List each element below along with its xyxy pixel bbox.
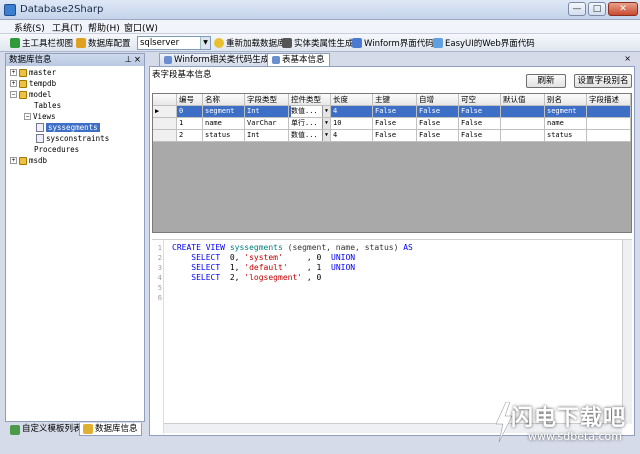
pin-icon[interactable]: ⊥ <box>125 54 132 66</box>
left-panel-tabs: 自定义模板列表 数据库信息 <box>5 421 145 436</box>
minimize-button[interactable]: — <box>568 2 586 16</box>
watermark-text: 闪电下载吧 <box>510 406 626 431</box>
tab-winform-codegen[interactable]: Winform相关类代码生成 <box>159 53 275 66</box>
document-icon <box>272 56 280 64</box>
close-button[interactable]: ✕ <box>608 2 638 16</box>
col-header[interactable]: 名称 <box>203 94 245 106</box>
main-toolbar-view-button[interactable]: 主工具栏视图 <box>10 37 73 49</box>
menu-bar: 系统(S) 工具(T) 帮助(H) 窗口(W) <box>0 20 640 34</box>
reload-db-button[interactable]: 重新加载数据库 <box>214 37 286 49</box>
col-header[interactable]: 长度 <box>331 94 373 106</box>
database-icon <box>19 156 27 165</box>
tools-icon <box>282 38 292 48</box>
tree-node-tempdb[interactable]: + tempdb <box>10 79 56 88</box>
entity-gen-button[interactable]: 实体类属性生成 <box>282 37 354 49</box>
expand-icon[interactable]: + <box>10 157 17 164</box>
view-icon <box>36 123 44 132</box>
code-line: CREATE VIEW syssegments (segment, name, … <box>172 243 413 252</box>
expand-icon[interactable]: + <box>10 80 17 87</box>
title-bar: Database2Sharp — □ ✕ <box>0 0 640 20</box>
window-title: Database2Sharp <box>20 4 104 15</box>
db-type-select[interactable]: sqlserver ▼ <box>137 36 211 50</box>
expand-icon[interactable]: + <box>10 69 17 76</box>
database-panel: 数据库信息 ⊥ × + master + tempdb − model Tabl… <box>5 53 145 436</box>
col-header[interactable]: 可空 <box>459 94 501 106</box>
panel-close-icon[interactable]: × <box>134 54 141 66</box>
col-header[interactable]: 别名 <box>545 94 587 106</box>
tab-db-info[interactable]: 数据库信息 <box>79 423 142 436</box>
col-header[interactable]: 字段类型 <box>245 94 289 106</box>
refresh-icon <box>214 38 224 48</box>
tree-node-master[interactable]: + master <box>10 68 56 77</box>
tree-node-views[interactable]: − Views <box>24 112 56 121</box>
database-icon <box>19 90 27 99</box>
code-line: SELECT 0, 'system' , 0 UNION <box>191 253 356 262</box>
tree-node-procedures[interactable]: Procedures <box>34 145 79 154</box>
col-header[interactable]: 自增 <box>417 94 459 106</box>
col-header[interactable]: 默认值 <box>501 94 545 106</box>
menu-system[interactable]: 系统(S) <box>14 21 45 34</box>
tree-node-msdb[interactable]: + msdb <box>10 156 47 165</box>
vertical-scrollbar[interactable] <box>622 240 632 424</box>
table-row[interactable]: ▶ 0 segment Int 数值... ▼ 4 False False Fa… <box>153 106 631 118</box>
code-line: SELECT 2, 'logsegment' , 0 <box>191 273 322 282</box>
list-icon <box>10 424 20 435</box>
tree-node-model[interactable]: − model <box>10 90 52 99</box>
menu-window[interactable]: 窗口(W) <box>124 21 158 34</box>
maximize-button[interactable]: □ <box>588 2 606 16</box>
database-icon <box>83 424 93 434</box>
tab-table-info[interactable]: 表基本信息 <box>267 53 330 66</box>
tree-node-tables[interactable]: Tables <box>34 101 61 110</box>
col-header[interactable]: 字段描述 <box>587 94 631 106</box>
collapse-icon[interactable]: − <box>24 113 31 120</box>
key-icon <box>76 38 86 48</box>
collapse-icon[interactable]: − <box>10 91 17 98</box>
section-title: 表字段基本信息 <box>152 70 212 80</box>
col-header[interactable]: 控件类型 <box>289 94 331 106</box>
fields-grid[interactable]: 编号 名称 字段类型 控件类型 长度 主键 自增 可空 默认值 别名 字段描述 … <box>152 93 632 233</box>
control-type-combo[interactable]: 单行... ▼ <box>289 118 331 130</box>
document-icon <box>164 56 172 64</box>
table-row[interactable]: 1 name VarChar 单行... ▼ 10 False False Fa… <box>153 118 631 130</box>
app-icon <box>4 4 16 16</box>
refresh-button[interactable]: 刷新 <box>526 74 566 88</box>
col-header[interactable]: 编号 <box>177 94 203 106</box>
chevron-down-icon: ▼ <box>200 37 210 49</box>
database-icon <box>19 79 27 88</box>
document-tabs: Winform相关类代码生成 表基本信息 × <box>149 53 635 66</box>
db-config-button[interactable]: 数据库配置 <box>76 37 131 49</box>
line-number-gutter: 1 2 3 4 5 6 <box>152 240 164 434</box>
control-type-combo[interactable]: 数值... ▼ <box>289 106 331 118</box>
web-icon <box>433 38 443 48</box>
globe-icon <box>10 38 20 48</box>
winform-code-button[interactable]: Winform界面代码 <box>352 37 434 49</box>
panel-header: 数据库信息 ⊥ × <box>6 54 144 66</box>
easyui-code-button[interactable]: EasyUI的Web界面代码 <box>433 37 535 49</box>
form-icon <box>352 38 362 48</box>
watermark-logo: 闪电下载吧 www.sdbeta.com <box>484 400 634 450</box>
close-tab-icon[interactable]: × <box>624 54 631 63</box>
tree-node-syssegments[interactable]: syssegments <box>36 123 100 132</box>
menu-tools[interactable]: 工具(T) <box>52 21 83 34</box>
code-line: SELECT 1, 'default' , 1 UNION <box>191 263 356 272</box>
tree-node-sysconstraints[interactable]: sysconstraints <box>36 134 109 143</box>
control-type-combo[interactable]: 数值... ▼ <box>289 130 331 142</box>
row-marker-icon: ▶ <box>153 106 177 118</box>
table-row[interactable]: 2 status Int 数值... ▼ 4 False False False… <box>153 130 631 142</box>
view-icon <box>36 134 44 143</box>
database-icon <box>19 68 27 77</box>
watermark-url: www.sdbeta.com <box>528 430 622 443</box>
table-info-content: 表字段基本信息 刷新 设置字段别名 编号 名称 字段类型 控件类型 长度 主键 … <box>149 66 635 436</box>
set-alias-button[interactable]: 设置字段别名 <box>574 74 632 88</box>
chevron-down-icon[interactable]: ▼ <box>322 106 330 117</box>
menu-help[interactable]: 帮助(H) <box>88 21 120 34</box>
grid-header: 编号 名称 字段类型 控件类型 长度 主键 自增 可空 默认值 别名 字段描述 <box>153 94 631 106</box>
chevron-down-icon[interactable]: ▼ <box>322 118 330 129</box>
col-header[interactable]: 主键 <box>373 94 417 106</box>
tab-custom-templates[interactable]: 自定义模板列表 <box>7 423 85 436</box>
chevron-down-icon[interactable]: ▼ <box>322 130 330 141</box>
toolbar: 主工具栏视图 数据库配置 sqlserver ▼ 重新加载数据库 实体类属性生成… <box>0 34 640 52</box>
